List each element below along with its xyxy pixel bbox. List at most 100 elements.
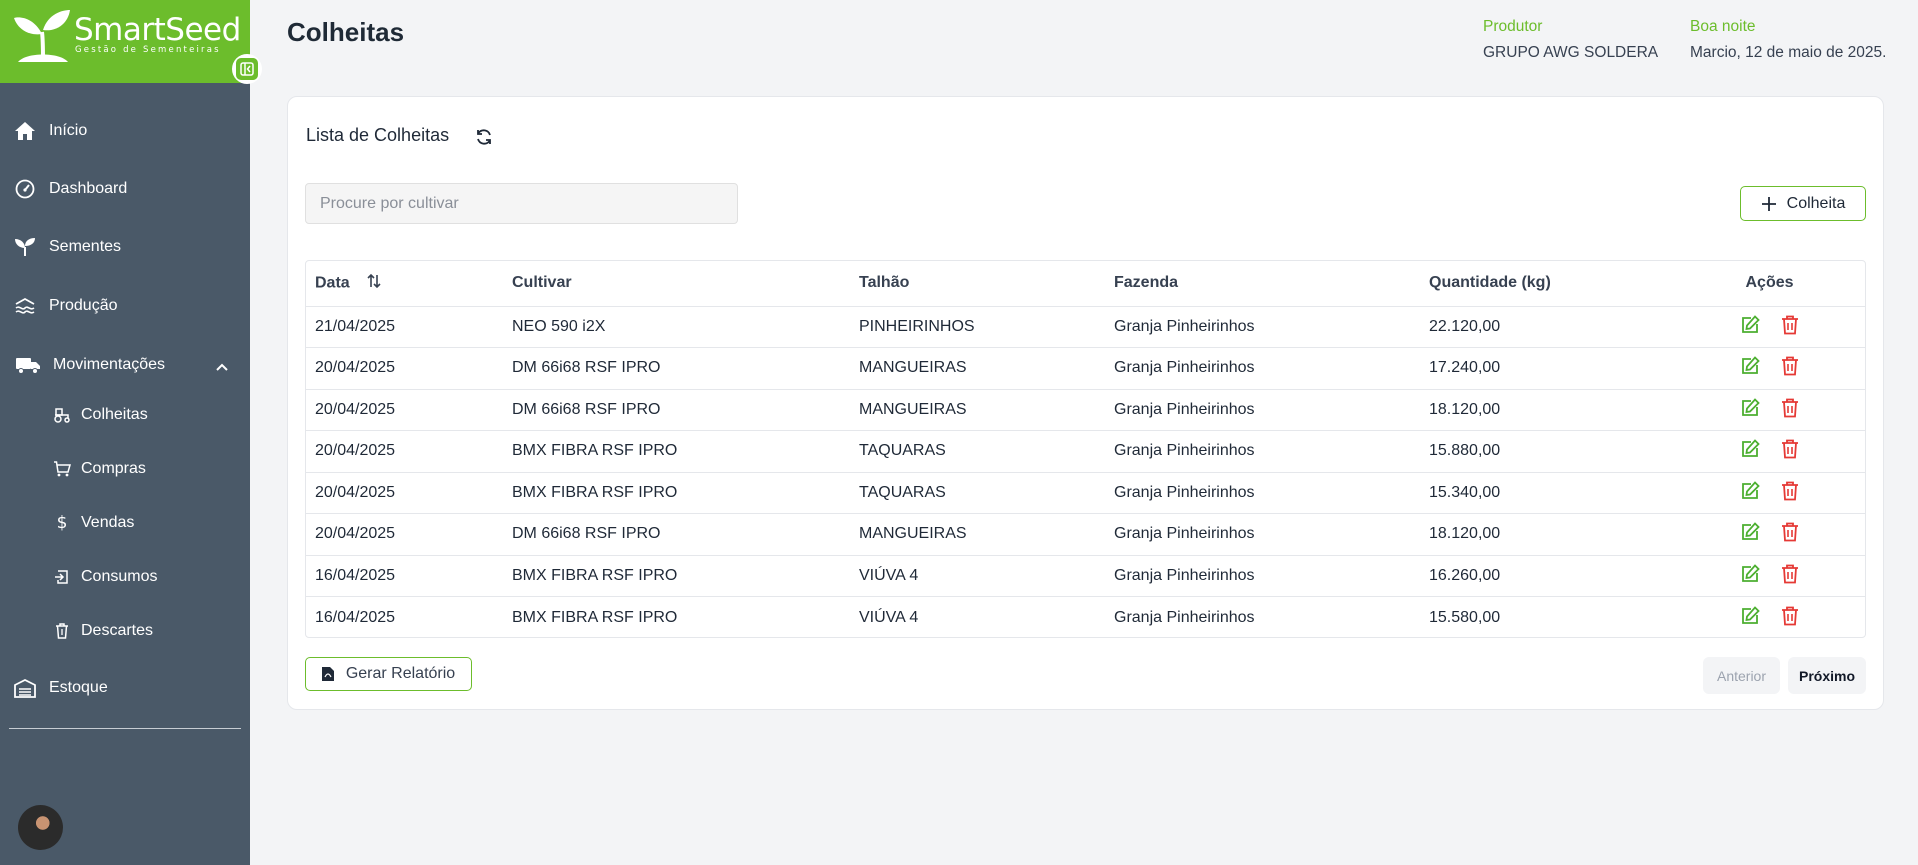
table-row: 20/04/2025 BMX FIBRA RSF IPRO TAQUARAS Gran… (306, 430, 1865, 473)
seedling-icon (14, 236, 36, 258)
sidebar-subitem-colheitas[interactable]: Colheitas (0, 397, 250, 433)
warehouse-icon (14, 677, 36, 699)
sidebar-subitem-compras[interactable]: Compras (0, 451, 250, 487)
sidebar-item-sementes[interactable]: Sementes (0, 227, 250, 267)
cell-fazenda: Granja Pinheirinhos (1114, 555, 1429, 597)
user-avatar[interactable] (18, 805, 63, 850)
cell-fazenda: Granja Pinheirinhos (1114, 347, 1429, 390)
search-input[interactable] (305, 183, 738, 224)
gauge-icon (14, 178, 36, 200)
sidebar-subitem-vendas[interactable]: $ Vendas (0, 505, 250, 541)
sidebar-item-movimentacoes[interactable]: Movimentações (0, 345, 250, 385)
cell-fazenda: Granja Pinheirinhos (1114, 608, 1255, 626)
edit-icon[interactable] (1739, 438, 1761, 460)
home-icon (14, 120, 36, 142)
cell-quantidade: 15.580,00 (1429, 608, 1501, 626)
cell-talhao: MANGUEIRAS (859, 347, 1114, 390)
edit-icon[interactable] (1739, 605, 1761, 627)
cell-data: 20/04/2025 (306, 513, 512, 556)
cell-talhao: TAQUARAS (859, 472, 1114, 514)
edit-icon[interactable] (1739, 480, 1761, 502)
edit-icon[interactable] (1739, 521, 1761, 543)
cell-talhao: TAQUARAS (859, 430, 1114, 473)
pagination-previous-button[interactable]: Anterior (1703, 657, 1780, 694)
delete-icon[interactable] (1779, 355, 1801, 377)
sidebar-item-inicio[interactable]: Início (0, 111, 250, 151)
sidebar-subitem-label: Colheitas (81, 406, 148, 423)
brand-tagline: Gestão de Sementeiras (75, 45, 221, 55)
column-header-acoes: Ações (1674, 261, 1865, 307)
cell-quantidade: 15.880,00 (1429, 430, 1674, 473)
sort-icon[interactable] (366, 273, 382, 294)
collapse-sidebar-button[interactable] (232, 54, 262, 84)
cell-cultivar: DM 66i68 RSF IPRO (512, 347, 859, 390)
cell-cultivar: BMX FIBRA RSF IPRO (512, 555, 859, 597)
dollar-icon: $ (56, 513, 68, 533)
cell-fazenda: Granja Pinheirinhos (1114, 389, 1429, 431)
cell-actions (1674, 389, 1865, 431)
column-header-data[interactable]: Data (306, 261, 512, 307)
cell-fazenda: Granja Pinheirinhos (1114, 513, 1429, 556)
cell-actions (1674, 555, 1865, 597)
delete-icon[interactable] (1779, 605, 1801, 627)
sidebar-subitem-descartes[interactable]: Descartes (0, 613, 250, 649)
cell-quantidade: 18.120,00 (1429, 389, 1674, 431)
generate-report-label: Gerar Relatório (345, 665, 456, 682)
column-header-fazenda: Fazenda (1114, 261, 1429, 307)
edit-icon[interactable] (1739, 355, 1761, 377)
cell-data: 20/04/2025 (306, 430, 512, 473)
delete-icon[interactable] (1779, 438, 1801, 460)
cell-data: 21/04/2025 (306, 306, 512, 348)
sidebar-item-dashboard[interactable]: Dashboard (0, 169, 250, 209)
delete-icon[interactable] (1779, 480, 1801, 502)
table-row: 16/04/2025 BMX FIBRA RSF IPRO VIÚVA 4 Granj… (306, 555, 1865, 597)
cell-talhao: VIÚVA 4 (859, 608, 919, 626)
sidebar-subitem-label: Consumos (81, 568, 158, 585)
harvest-list-card: Lista de Colheitas Colheita Data Cultiva… (287, 96, 1884, 710)
cell-talhao: VIÚVA 4 (859, 555, 1114, 597)
table-row: 21/04/2025 NEO 590 i2X PINHEIRINHOS Granja … (306, 306, 1865, 348)
refresh-button[interactable] (472, 125, 496, 149)
page-title: Colheitas (287, 17, 405, 47)
edit-icon[interactable] (1739, 397, 1761, 419)
card-title: Lista de Colheitas (306, 125, 450, 145)
cell-data: 20/04/2025 (306, 472, 512, 514)
sidebar-item-label: Estoque (49, 679, 108, 696)
delete-icon[interactable] (1779, 521, 1801, 543)
harvest-table: Data Cultivar Talhão Fazenda Quantidade … (305, 260, 1866, 638)
sidebar-item-estoque[interactable]: Estoque (0, 668, 250, 708)
cell-cultivar: NEO 590 i2X (512, 306, 859, 348)
consume-icon (53, 568, 71, 586)
column-header-cultivar: Cultivar (512, 261, 859, 307)
edit-icon[interactable] (1739, 563, 1761, 585)
cell-data: 16/04/2025 (315, 608, 396, 626)
sidebar: SmartSeed Gestão de Sementeiras Início D… (0, 0, 262, 865)
sidebar-item-label: Movimentações (53, 356, 166, 373)
delete-icon[interactable] (1779, 314, 1801, 336)
table-row: 20/04/2025 DM 66i68 RSF IPRO MANGUEIRAS Gra… (306, 347, 1865, 390)
add-harvest-label: Colheita (1786, 194, 1846, 212)
cell-quantidade: 18.120,00 (1429, 513, 1674, 556)
delete-icon[interactable] (1779, 563, 1801, 585)
cell-data: 16/04/2025 (306, 555, 512, 597)
producer-value: GRUPO AWG SOLDERA (1483, 44, 1659, 61)
edit-icon[interactable] (1739, 314, 1761, 336)
greeting-value: Marcio, 12 de maio de 2025. (1690, 44, 1887, 61)
pagination-next-button[interactable]: Próximo (1788, 657, 1866, 694)
sidebar-item-producao[interactable]: Produção (0, 286, 250, 326)
sidebar-item-label: Sementes (49, 238, 122, 255)
cell-data: 20/04/2025 (306, 347, 512, 390)
cell-cultivar: BMX FIBRA RSF IPRO (512, 472, 859, 514)
truck-icon (15, 354, 41, 376)
chevron-up-icon (216, 359, 228, 377)
logo: SmartSeed Gestão de Sementeiras (0, 0, 250, 83)
sidebar-subitem-label: Vendas (81, 514, 135, 531)
trash-icon (53, 622, 71, 640)
cell-quantidade: 16.260,00 (1429, 555, 1674, 597)
cell-quantidade: 15.340,00 (1429, 472, 1674, 514)
add-harvest-button[interactable]: Colheita (1740, 186, 1866, 221)
cell-cultivar: DM 66i68 RSF IPRO (512, 513, 859, 556)
sidebar-subitem-consumos[interactable]: Consumos (0, 559, 250, 595)
generate-report-button[interactable]: Gerar Relatório (305, 657, 472, 691)
delete-icon[interactable] (1779, 397, 1801, 419)
